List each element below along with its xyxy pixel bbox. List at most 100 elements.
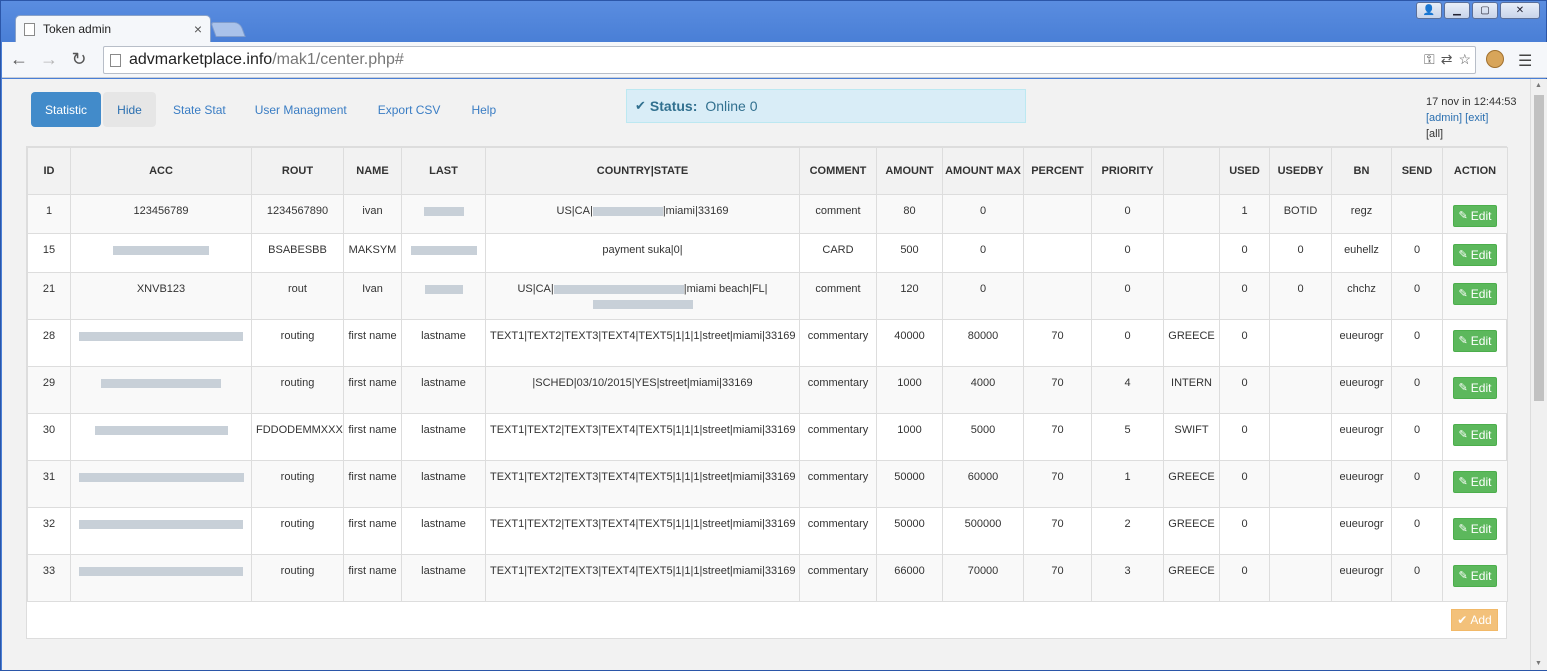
cell-text: 0: [1413, 471, 1421, 483]
cell-percent: [1023, 194, 1092, 234]
cell-action: ✎ Edit: [1442, 319, 1508, 367]
pencil-icon: ✎: [1458, 381, 1468, 394]
user-icon[interactable]: 👤: [1416, 2, 1442, 19]
edit-button[interactable]: ✎ Edit: [1452, 330, 1498, 352]
cell-send: 0: [1391, 507, 1443, 555]
cell-text: 0: [1124, 283, 1131, 295]
cell-text: eueurogr: [1339, 424, 1384, 436]
cell-text: 0: [1241, 518, 1248, 530]
cell-type: GREECE: [1163, 319, 1220, 367]
cell-type: GREECE: [1163, 554, 1220, 602]
scrollbar-thumb[interactable]: [1534, 95, 1544, 401]
cell-text: lastname: [421, 377, 466, 389]
edit-button[interactable]: ✎ Edit: [1452, 565, 1498, 587]
tab-close-icon[interactable]: ×: [194, 21, 202, 37]
cell-text: routing: [280, 518, 315, 530]
cell-usedby: [1269, 460, 1332, 508]
redacted-block: [101, 378, 221, 388]
cell-name: Ivan: [343, 272, 402, 320]
edit-button[interactable]: ✎ Edit: [1452, 424, 1498, 446]
edit-button[interactable]: ✎ Edit: [1452, 205, 1498, 227]
pencil-icon: ✎: [1458, 428, 1468, 441]
back-icon[interactable]: ←: [6, 47, 32, 73]
cell-text: 0: [1413, 518, 1421, 530]
nav-user-managment[interactable]: User Managment: [241, 92, 361, 127]
menu-icon[interactable]: ☰: [1518, 51, 1532, 71]
edit-label: Edit: [1470, 333, 1492, 348]
nav-hide[interactable]: Hide: [103, 92, 156, 127]
cell-text: first name: [348, 565, 397, 577]
edit-button[interactable]: ✎ Edit: [1452, 244, 1498, 266]
admin-link[interactable]: [admin]: [1426, 112, 1462, 124]
cell-send: 0: [1391, 272, 1443, 320]
country-part-a: US|CA|: [517, 283, 554, 295]
add-label: Add: [1470, 613, 1492, 627]
cell-usedby: BOTID: [1269, 194, 1332, 234]
cell-text: 0: [1241, 330, 1248, 342]
cell-text: 0: [1297, 244, 1304, 256]
redacted-block: [423, 206, 464, 216]
scrollbar[interactable]: ▲ ▼: [1530, 79, 1547, 670]
cell-text: 0: [1124, 205, 1131, 217]
table-header: ID ACC ROUT NAME LAST COUNTRY|STATE COMMENT AMO…: [27, 147, 1508, 195]
exit-link[interactable]: [exit]: [1465, 112, 1488, 124]
browser-window: 👤 ▁ ▢ ✕ Token admin × ← → ↻ advmarketpla…: [0, 0, 1547, 671]
cell-country: TEXT1|TEXT2|TEXT3|TEXT4|TEXT5|1|1|1|stre…: [485, 319, 800, 367]
cell-rout: routing: [251, 319, 344, 367]
cell-amount-max: 60000: [942, 460, 1024, 508]
add-button[interactable]: ✔ Add: [1451, 609, 1498, 631]
close-window-button[interactable]: ✕: [1500, 2, 1540, 19]
nav-export-csv[interactable]: Export CSV: [364, 92, 455, 127]
cell-text: routing: [280, 471, 315, 483]
star-icon[interactable]: ☆: [1458, 51, 1471, 68]
cell-text: eueurogr: [1339, 330, 1384, 342]
cell-text: ivan: [362, 205, 383, 217]
cell-text: 70000: [967, 565, 999, 577]
redacted-block: [592, 206, 663, 216]
country-part-a: US|CA|: [556, 205, 593, 217]
key-icon[interactable]: ⚿: [1424, 51, 1435, 68]
nav-help[interactable]: Help: [457, 92, 510, 127]
cell-text: regz: [1350, 205, 1373, 217]
cell-text: comment: [815, 283, 861, 295]
cell-send: 0: [1391, 233, 1443, 273]
nav-statistic[interactable]: Statistic: [31, 92, 101, 127]
cell-text: euhellz: [1344, 244, 1379, 256]
edit-button[interactable]: ✎ Edit: [1452, 377, 1498, 399]
cell-text: 0: [1413, 283, 1421, 295]
column-header: NAME: [343, 147, 402, 195]
table-row: 29 routing first name lastname |SCHED|03/10/…: [27, 366, 1508, 414]
all-link[interactable]: [all]: [1426, 128, 1443, 140]
cell-rout: routing: [251, 460, 344, 508]
forward-icon[interactable]: →: [36, 47, 62, 73]
scroll-down-icon[interactable]: ▼: [1535, 660, 1542, 667]
new-tab-button[interactable]: [210, 22, 246, 37]
cell-send: [1391, 194, 1443, 234]
cell-text: 3: [1124, 565, 1131, 577]
cell-used: 0: [1219, 507, 1270, 555]
cell-name: first name: [343, 507, 402, 555]
address-bar[interactable]: advmarketplace.info/mak1/center.php# ⚿ ⇄…: [103, 46, 1476, 74]
browser-tab[interactable]: Token admin ×: [15, 15, 211, 42]
cookie-extension-icon[interactable]: [1486, 50, 1504, 68]
cell-id: 31: [27, 460, 71, 508]
cell-text: 66000: [894, 565, 925, 577]
cell-comment: comment: [799, 272, 877, 320]
cell-rout: 1234567890: [251, 194, 344, 234]
translate-icon[interactable]: ⇄: [1441, 51, 1453, 68]
reload-icon[interactable]: ↻: [66, 47, 92, 73]
edit-button[interactable]: ✎ Edit: [1452, 518, 1498, 540]
scroll-up-icon[interactable]: ▲: [1535, 82, 1542, 89]
nav-state-stat[interactable]: State Stat: [159, 92, 240, 127]
edit-button[interactable]: ✎ Edit: [1452, 471, 1498, 493]
minimize-button[interactable]: ▁: [1444, 2, 1470, 19]
cell-amount-max: 0: [942, 194, 1024, 234]
cell-text: lastname: [421, 565, 466, 577]
cell-text: rout: [288, 283, 307, 295]
check-icon: ✔: [1457, 613, 1468, 627]
cell-text: 0: [1413, 244, 1421, 256]
country-part-a: TEXT1|TEXT2|TEXT3|TEXT4|TEXT5|1|1|1|stre…: [490, 424, 796, 436]
cell-amount: 50000: [876, 460, 943, 508]
maximize-button[interactable]: ▢: [1472, 2, 1498, 19]
edit-button[interactable]: ✎ Edit: [1452, 283, 1498, 305]
